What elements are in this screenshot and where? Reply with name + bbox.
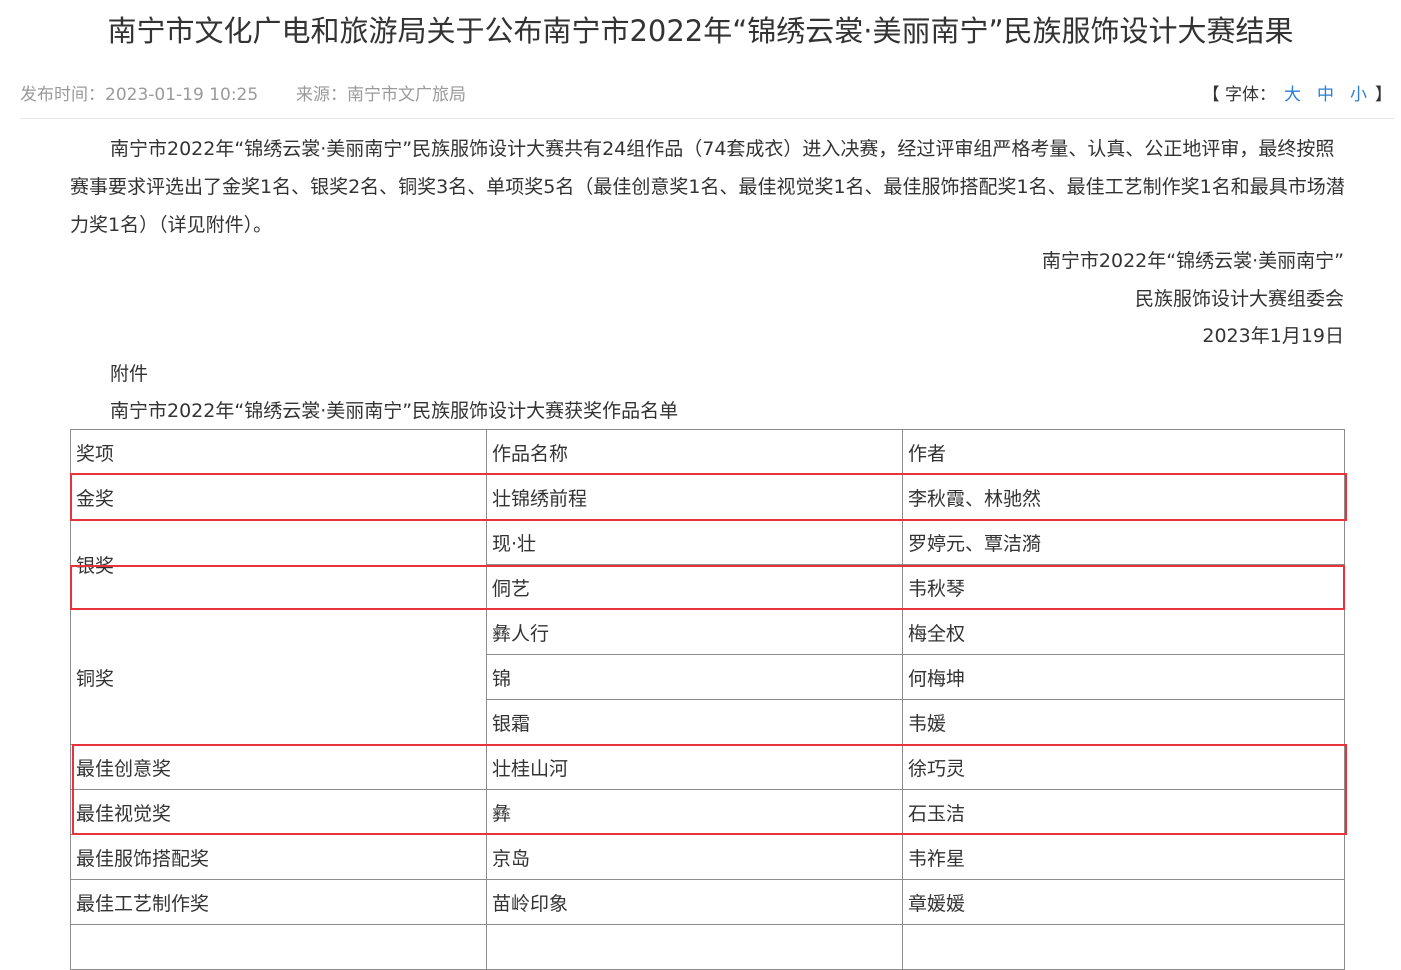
author: 徐巧灵: [902, 744, 1345, 790]
font-size-medium-button[interactable]: 中: [1317, 85, 1334, 105]
work-name: 侗艺: [486, 564, 903, 610]
award-name: 最佳服饰搭配奖: [70, 834, 487, 880]
author: 韦媛: [902, 699, 1345, 745]
award-bronze: 铜奖: [70, 609, 487, 745]
page-title: 南宁市文化广电和旅游局关于公布南宁市2022年“锦绣云裳·美丽南宁”民族服饰设计…: [107, 14, 1294, 48]
table-row: 最佳创意奖 壮桂山河 徐巧灵: [70, 744, 1345, 790]
table-row: [70, 924, 1345, 970]
award-silver: 银奖: [70, 519, 487, 610]
work-name: 壮桂山河: [486, 744, 903, 790]
author: 石玉洁: [902, 789, 1345, 835]
source: 来源：南宁市文广旅局: [296, 85, 466, 105]
work-name: 京岛: [486, 834, 903, 880]
author: 李秋霞、林驰然: [902, 474, 1345, 520]
author: 韦秋琴: [902, 564, 1345, 610]
author: 何梅坤: [902, 654, 1345, 700]
table-row: 金奖 壮锦绣前程 李秋霞、林驰然: [70, 474, 1345, 520]
empty-cell: [486, 924, 903, 970]
author: 梅全权: [902, 609, 1345, 655]
signature-line-2: 民族服饰设计大赛组委会: [1134, 288, 1344, 310]
award-name: 最佳工艺制作奖: [70, 879, 487, 925]
divider: [20, 118, 1394, 119]
header-work: 作品名称: [486, 429, 903, 475]
font-size-control: 【 字体： 大中小】: [1203, 80, 1392, 105]
table-row: 最佳工艺制作奖 苗岭印象 章媛媛: [70, 879, 1345, 925]
publish-time: 发布时间：2023-01-19 10:25: [20, 85, 259, 105]
article-meta: 发布时间：2023-01-19 10:25 来源：南宁市文广旅局 【 字体： 大中…: [20, 80, 1392, 105]
table-row: 最佳服饰搭配奖 京岛 韦祚星: [70, 834, 1345, 880]
award-name: 最佳视觉奖: [70, 789, 487, 835]
author: 韦祚星: [902, 834, 1345, 880]
work-name: 壮锦绣前程: [486, 474, 903, 520]
empty-cell: [70, 924, 487, 970]
table-row: 最佳视觉奖 彝 石玉洁: [70, 789, 1345, 835]
author: 罗婷元、覃洁漪: [902, 519, 1345, 565]
attachment-label: 附件: [110, 363, 149, 385]
table-row: 铜奖 彝人行 梅全权: [70, 609, 1345, 745]
table-row: 银奖 现·壮 罗婷元、覃洁漪: [70, 519, 1345, 610]
table-header-row: 奖项 作品名称 作者: [70, 429, 1345, 475]
header-award: 奖项: [70, 429, 487, 475]
article-body: 南宁市2022年“锦绣云裳·美丽南宁”民族服饰设计大赛共有24组作品（74套成衣…: [70, 138, 1345, 236]
signature-line-1: 南宁市2022年“锦绣云裳·美丽南宁”: [1041, 250, 1344, 272]
work-name: 彝: [486, 789, 903, 835]
font-size-small-button[interactable]: 小: [1350, 85, 1367, 105]
font-size-suffix: 】: [1375, 85, 1392, 105]
font-size-prefix: 【 字体：: [1202, 85, 1276, 105]
award-gold: 金奖: [70, 474, 487, 520]
empty-cell: [902, 924, 1345, 970]
work-name: 彝人行: [486, 609, 903, 655]
signature-date: 2023年1月19日: [1202, 325, 1344, 347]
work-name: 苗岭印象: [486, 879, 903, 925]
font-size-large-button[interactable]: 大: [1284, 85, 1301, 105]
header-author: 作者: [902, 429, 1345, 475]
work-name: 银霜: [486, 699, 903, 745]
author: 章媛媛: [902, 879, 1345, 925]
work-name: 锦: [486, 654, 903, 700]
attachment-title: 南宁市2022年“锦绣云裳·美丽南宁”民族服饰设计大赛获奖作品名单: [110, 400, 679, 422]
award-name: 最佳创意奖: [70, 744, 487, 790]
work-name: 现·壮: [486, 519, 903, 565]
awards-table: 奖项 作品名称 作者 金奖 壮锦绣前程 李秋霞、林驰然 银奖 现·壮 罗婷元、覃…: [70, 429, 1345, 970]
